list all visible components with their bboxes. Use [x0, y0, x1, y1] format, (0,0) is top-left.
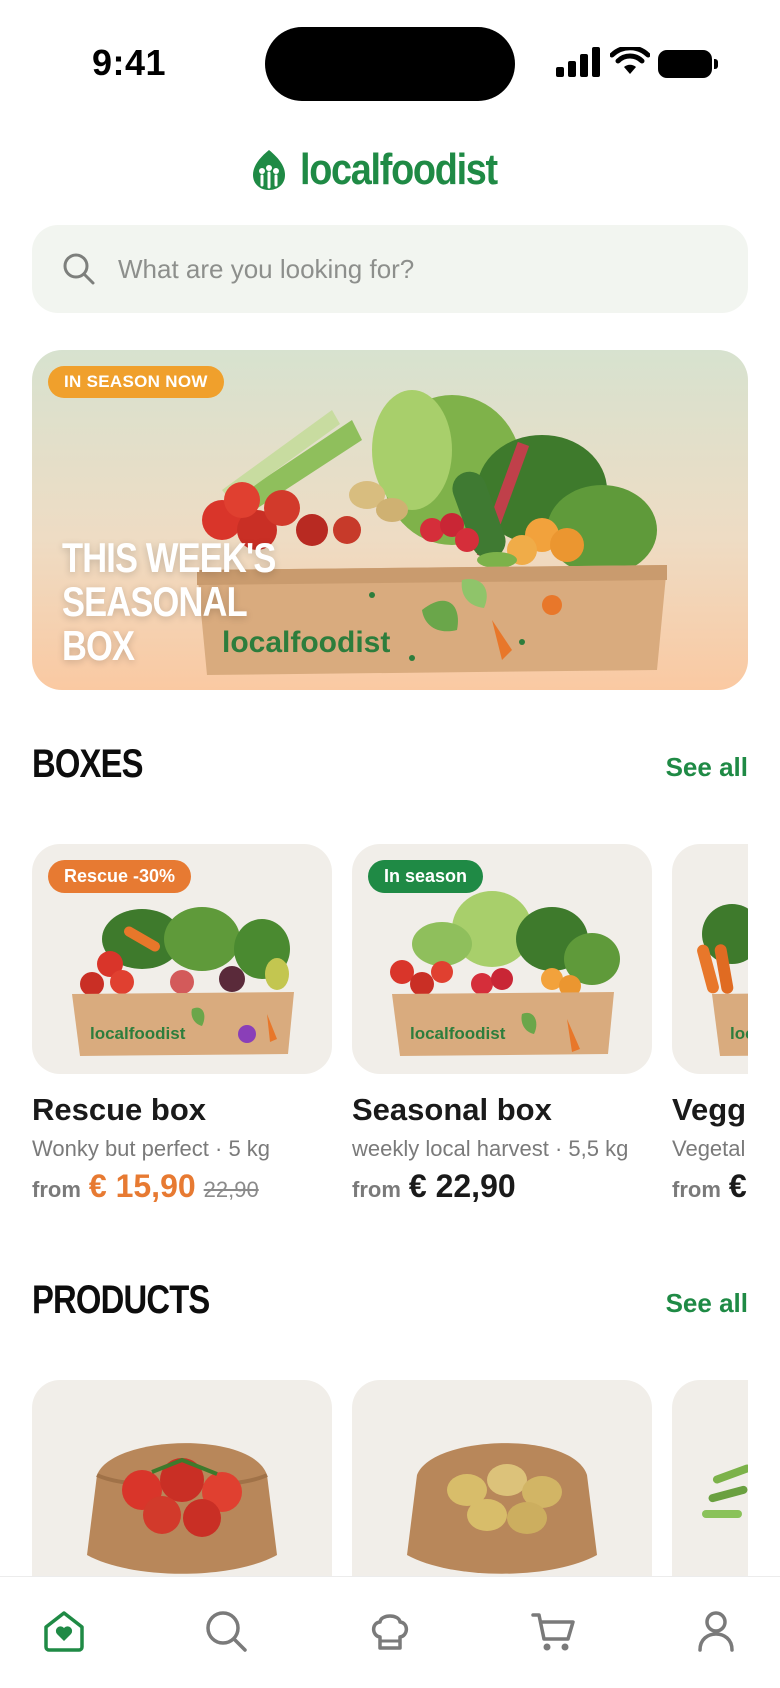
search-input[interactable]: [118, 253, 678, 285]
box-name: Vegg: [672, 1092, 747, 1127]
products-carousel[interactable]: [32, 1380, 748, 1576]
status-icons: [556, 45, 718, 85]
brand-name: localfoodist: [299, 145, 498, 194]
search-icon[interactable]: [202, 1607, 250, 1655]
box-price: from €: [672, 1168, 748, 1204]
battery-icon: [658, 50, 712, 78]
original-price: 22,90: [203, 1177, 259, 1202]
search-icon: [63, 253, 95, 285]
search-bar[interactable]: [32, 225, 748, 313]
veggie-box-image: loc: [672, 844, 748, 1074]
product-card-green-beans[interactable]: [672, 1380, 748, 1576]
box-description: Vegetal: [672, 1136, 746, 1161]
dynamic-island: [265, 27, 515, 101]
status-time: 9:41: [92, 42, 167, 83]
bottom-navigation: [0, 1576, 780, 1688]
hero-title: THIS WEEK'S SEASONAL BOX: [62, 536, 308, 668]
price: € 22,90: [408, 1168, 516, 1204]
product-card-potatoes[interactable]: [352, 1380, 652, 1576]
price: €: [728, 1168, 747, 1204]
price-from-label: from: [672, 1177, 721, 1202]
box-card-seasonal[interactable]: localfoodist In season Seasonal box week…: [352, 844, 652, 1204]
seasonal-box-image: localfoodist In season: [352, 844, 652, 1074]
box-name: Seasonal box: [352, 1092, 552, 1127]
rescue-discount-badge: Rescue -30%: [48, 860, 192, 893]
status-bar: 9:41: [0, 0, 780, 120]
green-beans-image: [702, 1464, 748, 1518]
profile-icon[interactable]: [692, 1607, 740, 1655]
box-price: from € 22,90: [352, 1168, 652, 1204]
app-logo: localfoodist: [0, 140, 780, 200]
hero-banner-seasonal-box[interactable]: localfoodist IN SEASON NOW THIS WEEK'S S…: [32, 350, 748, 690]
products-see-all-link[interactable]: See all: [666, 1288, 748, 1319]
box-description: Wonky but perfect · 5 kg: [32, 1136, 271, 1161]
hero-title-line-2: SEASONAL BOX: [62, 578, 247, 669]
box-card-rescue[interactable]: localfoodist Rescue -30% Rescue box Wonk…: [32, 844, 332, 1204]
rescue-box-print: localfoodist: [90, 1024, 186, 1043]
boxes-section-title: BOXES: [32, 742, 144, 786]
box-price: from € 15,90 22,90: [32, 1168, 332, 1204]
box-card-veggie[interactable]: loc Vegg Vegetal from €: [672, 844, 748, 1204]
boxes-see-all-link[interactable]: See all: [666, 752, 748, 783]
veggie-box-illustration: loc: [697, 904, 748, 1056]
product-card-tomatoes[interactable]: [32, 1380, 332, 1576]
sale-price: € 15,90: [88, 1168, 196, 1204]
cart-icon[interactable]: [530, 1607, 578, 1655]
chef-hat-icon[interactable]: [366, 1607, 414, 1655]
price-from-label: from: [352, 1177, 401, 1202]
tomatoes-paper-bag-image: [87, 1443, 277, 1574]
leaf-logo-icon: [252, 150, 285, 190]
cellular-signal-icon: [556, 45, 602, 77]
home-heart-icon[interactable]: [40, 1607, 88, 1655]
in-season-badge: In season: [368, 860, 484, 893]
box-name: Rescue box: [32, 1092, 207, 1127]
hero-title-line-1: THIS WEEK'S: [62, 534, 276, 581]
products-section-title: PRODUCTS: [32, 1278, 210, 1322]
in-season-badge: IN SEASON NOW: [48, 366, 224, 398]
seasonal-box-print: localfoodist: [410, 1024, 506, 1043]
boxes-carousel[interactable]: localfoodist Rescue -30% Rescue box Wonk…: [32, 844, 748, 1204]
box-description: weekly local harvest · 5,5 kg: [352, 1136, 629, 1161]
price-from-label: from: [32, 1177, 81, 1202]
wifi-icon: [610, 47, 650, 74]
potatoes-paper-bag-image: [407, 1443, 597, 1574]
rescue-box-image: localfoodist Rescue -30%: [32, 844, 332, 1074]
svg-text:loc: loc: [730, 1024, 748, 1043]
